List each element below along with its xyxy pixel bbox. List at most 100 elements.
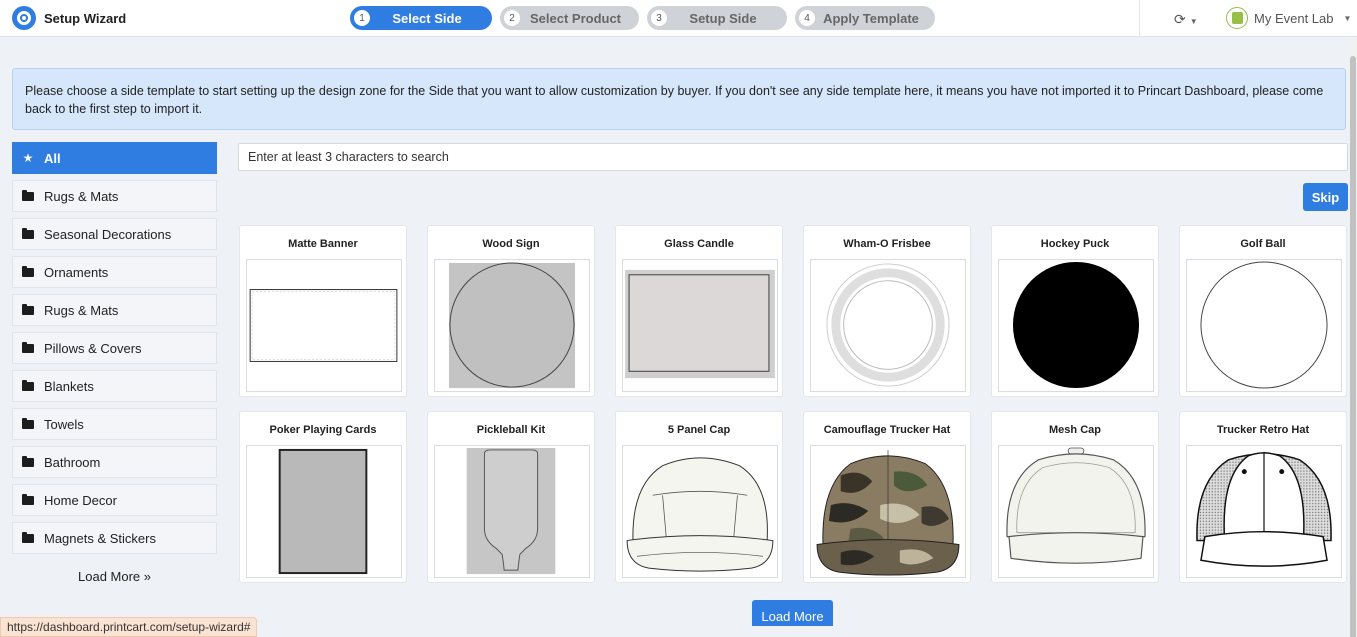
- template-card-poker-playing-cards[interactable]: Poker Playing Cards: [239, 411, 407, 583]
- step-select-side[interactable]: 1 Select Side: [350, 6, 492, 30]
- sidebar-item-blankets[interactable]: Blankets: [12, 370, 217, 402]
- template-card-camouflage-trucker-hat[interactable]: Camouflage Trucker Hat: [803, 411, 971, 583]
- sidebar-item-bathroom[interactable]: Bathroom: [12, 446, 217, 478]
- template-title: Pickleball Kit: [476, 424, 546, 436]
- step-apply-template[interactable]: 4 Apply Template: [795, 6, 935, 30]
- template-card-glass-candle[interactable]: Glass Candle: [615, 225, 783, 397]
- folder-icon: [22, 493, 34, 505]
- template-card-hockey-puck[interactable]: Hockey Puck: [991, 225, 1159, 397]
- sidebar-item-ornaments[interactable]: Ornaments: [12, 256, 217, 288]
- sidebar-item-label: Seasonal Decorations: [44, 226, 172, 242]
- template-card-5-panel-cap[interactable]: 5 Panel Cap: [615, 411, 783, 583]
- skip-button[interactable]: Skip: [1303, 183, 1348, 211]
- top-header: Setup Wizard 1 Select Side 2 Select Prod…: [0, 0, 1357, 37]
- shopify-icon: [1226, 7, 1248, 29]
- sidebar-item-label: Rugs & Mats: [44, 302, 119, 318]
- step-setup-side[interactable]: 3 Setup Side: [647, 6, 787, 30]
- template-thumbnail: [434, 445, 590, 578]
- template-title: Matte Banner: [288, 238, 358, 250]
- page-scrollbar[interactable]: [1349, 38, 1357, 637]
- folder-icon: [22, 417, 34, 429]
- template-title: Wood Sign: [482, 238, 540, 250]
- template-thumbnail: [998, 445, 1154, 578]
- template-thumbnail: [622, 445, 778, 578]
- sidebar-item-rugs-mats[interactable]: Rugs & Mats: [12, 180, 217, 212]
- search-input[interactable]: [238, 143, 1348, 171]
- step-label: Apply Template: [823, 10, 919, 26]
- template-thumbnail: [434, 259, 590, 392]
- template-thumbnail: [246, 445, 402, 578]
- header-actions: ⟳ ▼ My Event Lab ▼: [1139, 0, 1357, 37]
- sidebar-item-all[interactable]: ★ All: [12, 142, 217, 174]
- template-thumbnail: [810, 259, 966, 392]
- step-label: Select Side: [392, 10, 462, 26]
- template-card-matte-banner[interactable]: Matte Banner: [239, 225, 407, 397]
- load-more-categories-link[interactable]: Load More »: [12, 569, 217, 584]
- sidebar-item-towels[interactable]: Towels: [12, 408, 217, 440]
- step-label: Setup Side: [689, 10, 757, 26]
- sidebar-item-label: Ornaments: [44, 264, 109, 280]
- folder-icon: [22, 189, 34, 201]
- sidebar-item-magnets-stickers[interactable]: Magnets & Stickers: [12, 522, 217, 554]
- printcart-logo-icon: [12, 6, 36, 30]
- template-card-wham-o-frisbee[interactable]: Wham-O Frisbee: [803, 225, 971, 397]
- template-title: Hockey Puck: [1040, 238, 1110, 250]
- sidebar-item-seasonal-decorations[interactable]: Seasonal Decorations: [12, 218, 217, 250]
- template-thumbnail: [1186, 445, 1342, 578]
- step-number: 2: [504, 10, 520, 26]
- step-select-product[interactable]: 2 Select Product: [500, 6, 639, 30]
- template-title: Golf Ball: [1240, 238, 1286, 250]
- template-thumbnail: [1186, 259, 1342, 392]
- template-card-trucker-retro-hat[interactable]: Trucker Retro Hat: [1179, 411, 1347, 583]
- step-number: 4: [799, 10, 815, 26]
- sidebar-item-label: Rugs & Mats: [44, 188, 119, 204]
- load-more-button[interactable]: Load More: [752, 600, 833, 626]
- template-card-pickleball-kit[interactable]: Pickleball Kit: [427, 411, 595, 583]
- sidebar-item-rugs-mats-2[interactable]: Rugs & Mats: [12, 294, 217, 326]
- template-card-golf-ball[interactable]: Golf Ball: [1179, 225, 1347, 397]
- template-card-wood-sign[interactable]: Wood Sign: [427, 225, 595, 397]
- status-url: https://dashboard.printcart.com/setup-wi…: [0, 617, 258, 637]
- folder-icon: [22, 265, 34, 277]
- folder-icon: [22, 303, 34, 315]
- folder-icon: [22, 379, 34, 391]
- sidebar-item-label: Home Decor: [44, 492, 117, 508]
- sidebar-item-home-decor[interactable]: Home Decor: [12, 484, 217, 516]
- template-thumbnail: [810, 445, 966, 578]
- sidebar-item-label: Pillows & Covers: [44, 340, 142, 356]
- template-title: Wham-O Frisbee: [843, 238, 931, 250]
- sidebar-item-label: Bathroom: [44, 454, 101, 470]
- template-title: Poker Playing Cards: [269, 424, 377, 436]
- step-number: 1: [354, 10, 370, 26]
- store-name: My Event Lab: [1254, 10, 1334, 26]
- step-number: 3: [651, 10, 667, 26]
- category-sidebar: ★ All Rugs & Mats Seasonal Decorations O…: [12, 142, 217, 584]
- chevron-down-icon: ▼: [1189, 17, 1198, 26]
- sync-dropdown[interactable]: ⟳ ▼: [1174, 11, 1198, 28]
- template-title: Glass Candle: [664, 238, 734, 250]
- sidebar-item-label: Towels: [44, 416, 84, 432]
- folder-icon: [22, 341, 34, 353]
- sidebar-item-label: Blankets: [44, 378, 94, 394]
- template-title: Trucker Retro Hat: [1216, 424, 1310, 436]
- store-dropdown[interactable]: My Event Lab ▼: [1226, 7, 1351, 29]
- template-thumbnail: [622, 259, 778, 392]
- scrollbar-thumb[interactable]: [1350, 56, 1356, 637]
- template-title: Mesh Cap: [1049, 424, 1101, 436]
- template-title: Camouflage Trucker Hat: [823, 424, 951, 436]
- template-card-mesh-cap[interactable]: Mesh Cap: [991, 411, 1159, 583]
- app-title: Setup Wizard: [44, 10, 127, 26]
- chevron-down-icon: ▼: [1343, 13, 1352, 23]
- sidebar-item-pillows-covers[interactable]: Pillows & Covers: [12, 332, 217, 364]
- wizard-steps: 1 Select Side 2 Select Product 3 Setup S…: [350, 6, 935, 30]
- sidebar-item-label: Magnets & Stickers: [44, 530, 156, 546]
- template-title: 5 Panel Cap: [667, 424, 731, 436]
- info-notice: Please choose a side template to start s…: [12, 68, 1346, 130]
- folder-icon: [22, 531, 34, 543]
- sync-icon: ⟳: [1174, 11, 1186, 27]
- step-label: Select Product: [529, 10, 622, 26]
- template-thumbnail: [246, 259, 402, 392]
- template-thumbnail: [998, 259, 1154, 392]
- sidebar-item-label: All: [44, 150, 61, 166]
- brand[interactable]: Setup Wizard: [12, 6, 126, 30]
